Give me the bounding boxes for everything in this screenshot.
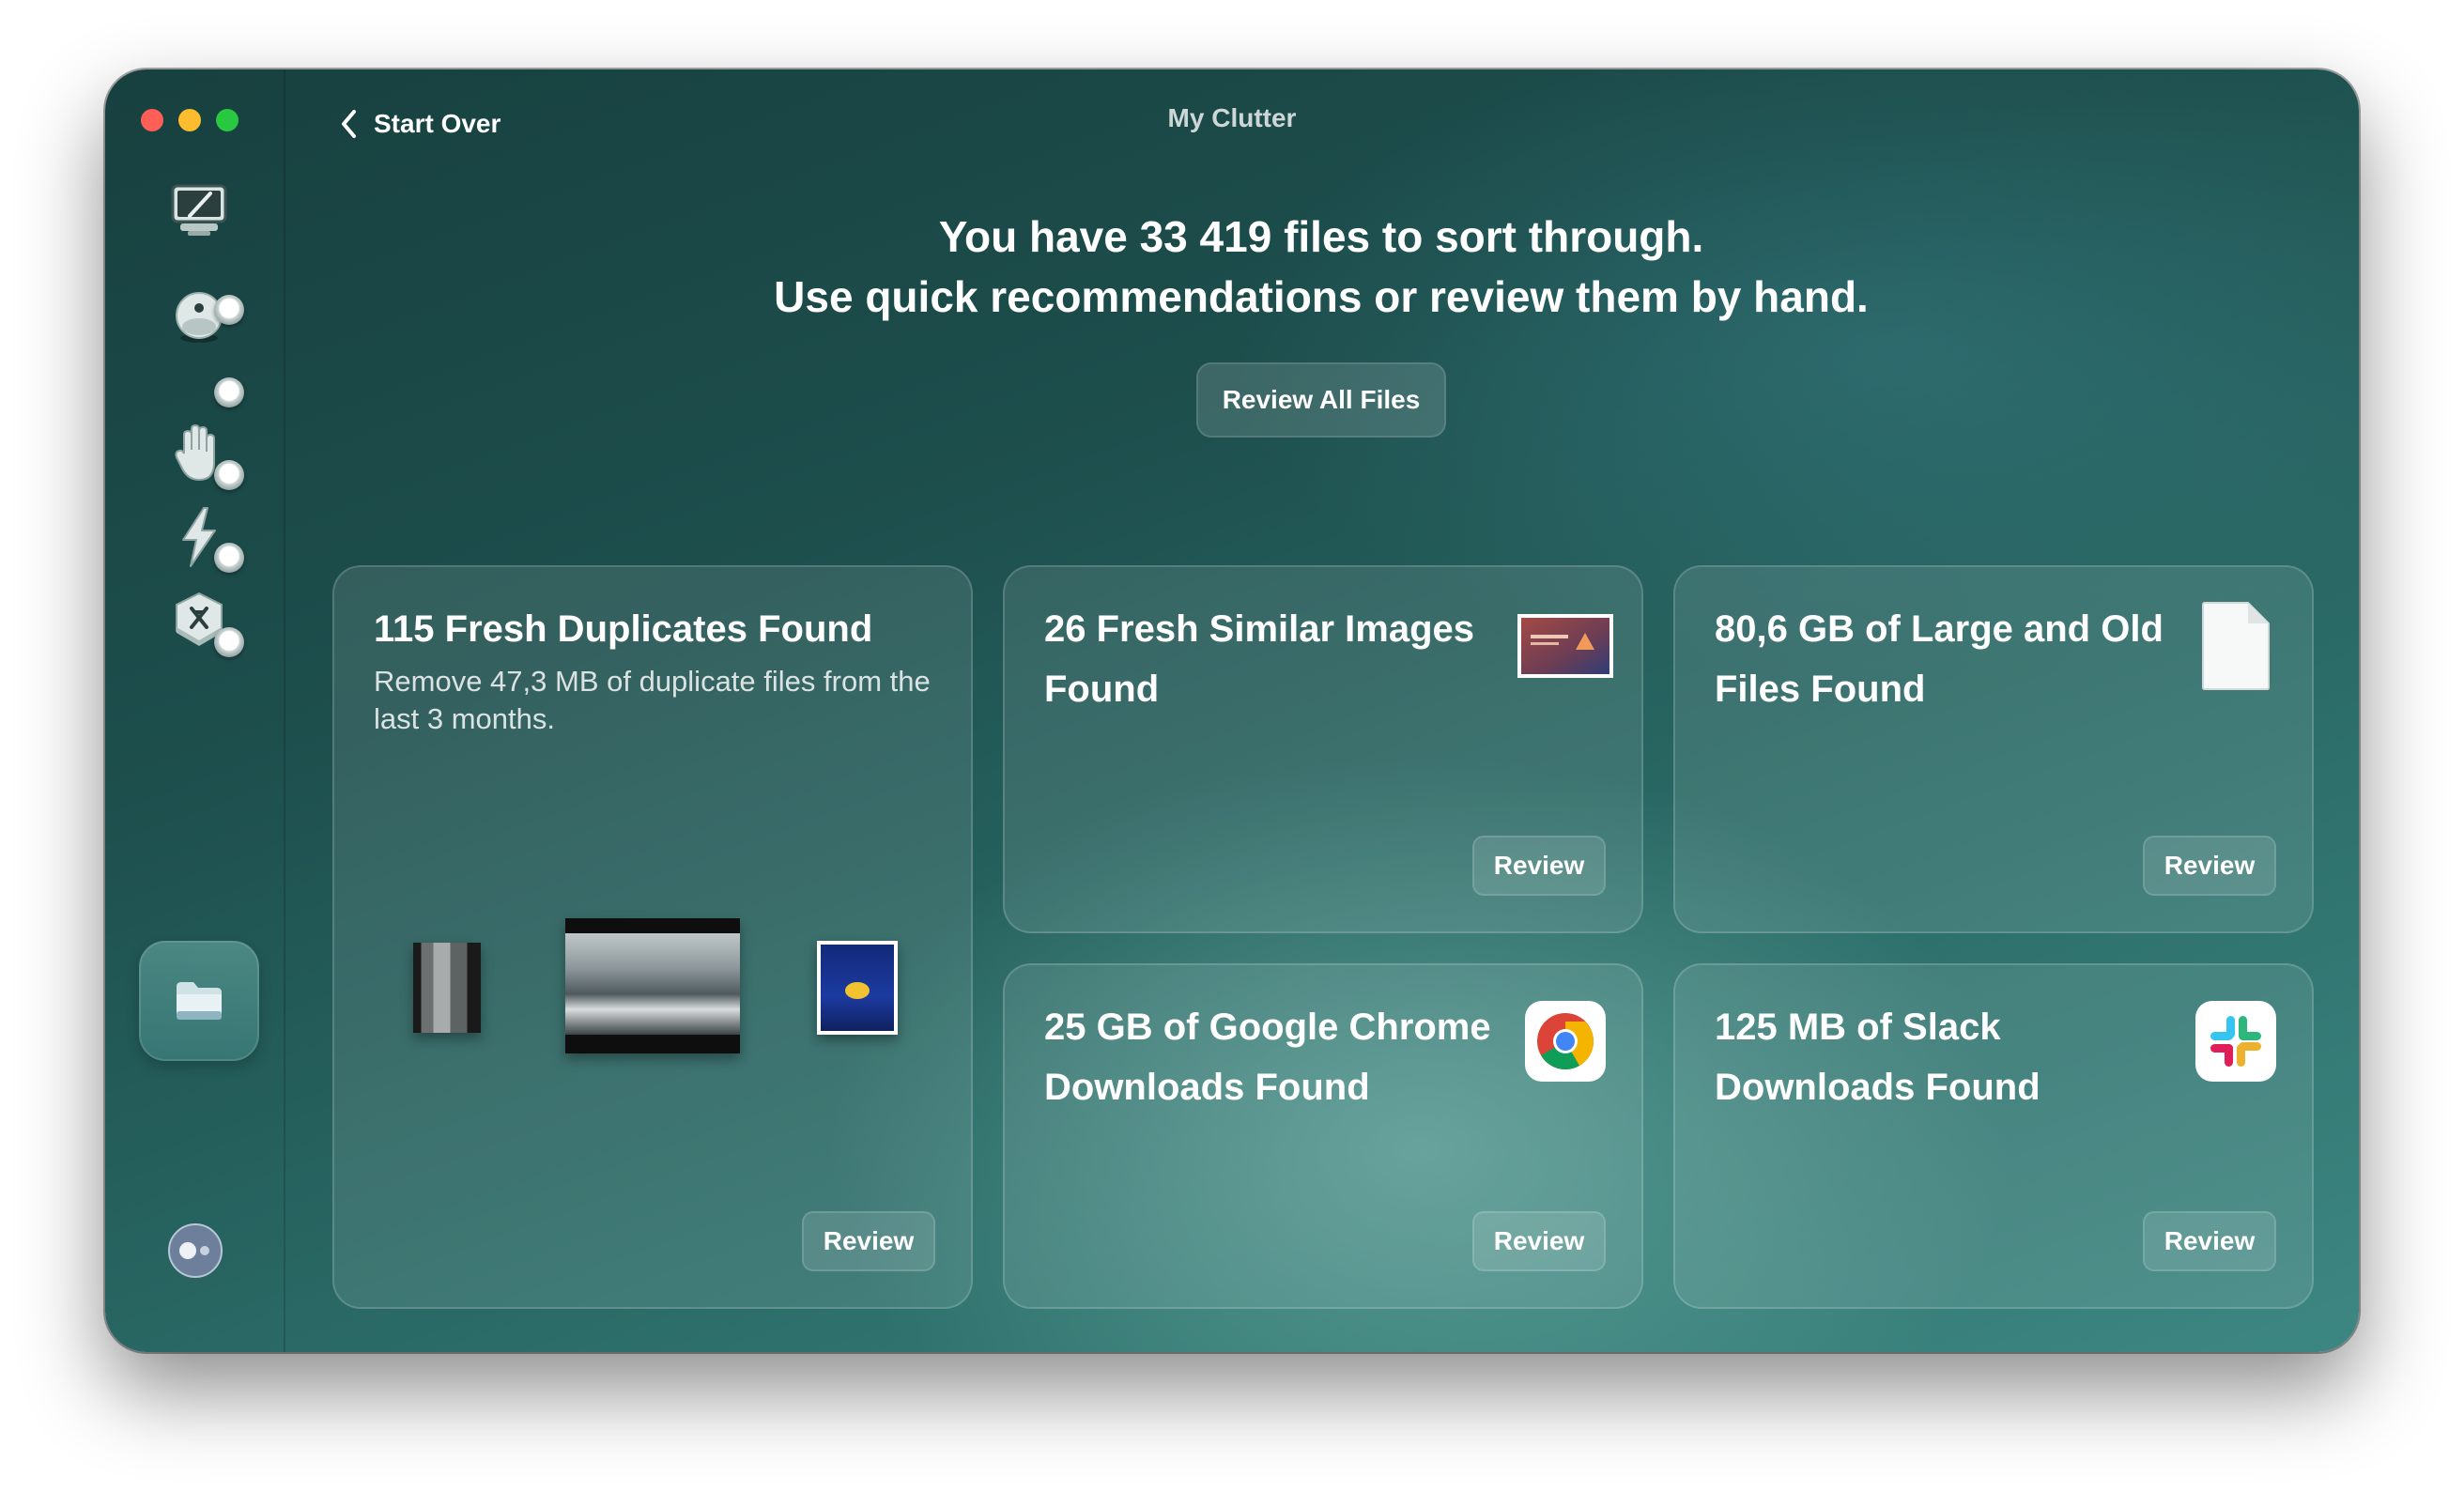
large-old-files-title-line2: Files Found: [1715, 669, 1926, 710]
duplicate-thumbnail-1: [413, 943, 481, 1033]
slack-downloads-title-line2: Downloads Found: [1715, 1067, 2040, 1108]
review-slack-downloads-button[interactable]: Review: [2143, 1211, 2276, 1271]
applications-status-indicator: [214, 543, 244, 573]
sidebar-item-applications[interactable]: [139, 560, 259, 680]
duplicates-title: 115 Fresh Duplicates Found: [374, 608, 873, 650]
similar-images-card[interactable]: 26 Fresh Similar Images Found Review: [1003, 565, 1643, 933]
chevron-left-icon: [342, 110, 356, 138]
start-over-label: Start Over: [374, 109, 501, 138]
chrome-icon: [1525, 1001, 1606, 1086]
chrome-downloads-card[interactable]: 25 GB of Google Chrome Downloads Found R…: [1003, 963, 1643, 1309]
similar-images-title-line2: Found: [1044, 669, 1160, 710]
duplicate-thumbnail-2: [565, 918, 740, 1053]
review-chrome-downloads-button[interactable]: Review: [1472, 1211, 1606, 1271]
privacy-status-indicator: [214, 377, 244, 407]
duplicates-description: Remove 47,3 MB of duplicate files from t…: [374, 665, 931, 735]
start-over-button[interactable]: Start Over: [340, 103, 500, 145]
slack-icon: [2195, 1001, 2276, 1086]
slack-downloads-title-line1: 125 MB of Slack: [1715, 1007, 2001, 1048]
similar-images-title: 26 Fresh Similar Images Found: [1044, 599, 1474, 719]
sidebar: [105, 69, 285, 1352]
headline: You have 33 419 files to sort through. U…: [284, 207, 2359, 327]
my-clutter-status-indicator: [214, 627, 244, 657]
large-old-files-card[interactable]: 80,6 GB of Large and Old Files Found Rev…: [1673, 565, 2314, 933]
chrome-downloads-title-line1: 25 GB of Google Chrome: [1044, 1007, 1491, 1048]
speed-status-indicator: [214, 460, 244, 490]
duplicates-card[interactable]: 115 Fresh Duplicates Found Remove 47,3 M…: [332, 565, 973, 1309]
document-icon: [2201, 601, 2271, 696]
review-large-old-files-button[interactable]: Review: [2143, 836, 2276, 896]
review-all-files-button[interactable]: Review All Files: [1196, 362, 1446, 438]
review-duplicates-button[interactable]: Review: [802, 1211, 935, 1271]
cleanup-monitor-icon: [171, 184, 227, 236]
duplicate-thumbnail-3: [817, 941, 898, 1035]
chrome-downloads-title: 25 GB of Google Chrome Downloads Found: [1044, 997, 1491, 1117]
review-similar-images-button[interactable]: Review: [1472, 836, 1606, 896]
recommendation-text: Use quick recommendations or review them…: [774, 272, 1869, 321]
similar-images-title-line1: 26 Fresh Similar Images: [1044, 608, 1475, 650]
large-old-files-title: 80,6 GB of Large and Old Files Found: [1715, 599, 2164, 719]
image-thumbnail-icon: [1517, 614, 1613, 683]
sidebar-item-my-clutter[interactable]: [139, 941, 259, 1061]
assistant-toggle-icon[interactable]: [167, 1222, 223, 1279]
slack-downloads-title: 125 MB of Slack Downloads Found: [1715, 997, 2040, 1117]
sidebar-item-cleanup[interactable]: [139, 150, 259, 270]
app-window: My Clutter Start Over You have 33 419 fi…: [105, 69, 2359, 1352]
large-old-files-title-line1: 80,6 GB of Large and Old: [1715, 608, 2164, 650]
files-count-text: You have 33 419 files to sort through.: [938, 212, 1704, 261]
chrome-downloads-title-line2: Downloads Found: [1044, 1067, 1370, 1108]
slack-downloads-card[interactable]: 125 MB of Slack Downloads Found Review: [1673, 963, 2314, 1309]
protection-status-indicator: [214, 295, 244, 325]
my-clutter-folder-icon: [177, 982, 222, 1020]
